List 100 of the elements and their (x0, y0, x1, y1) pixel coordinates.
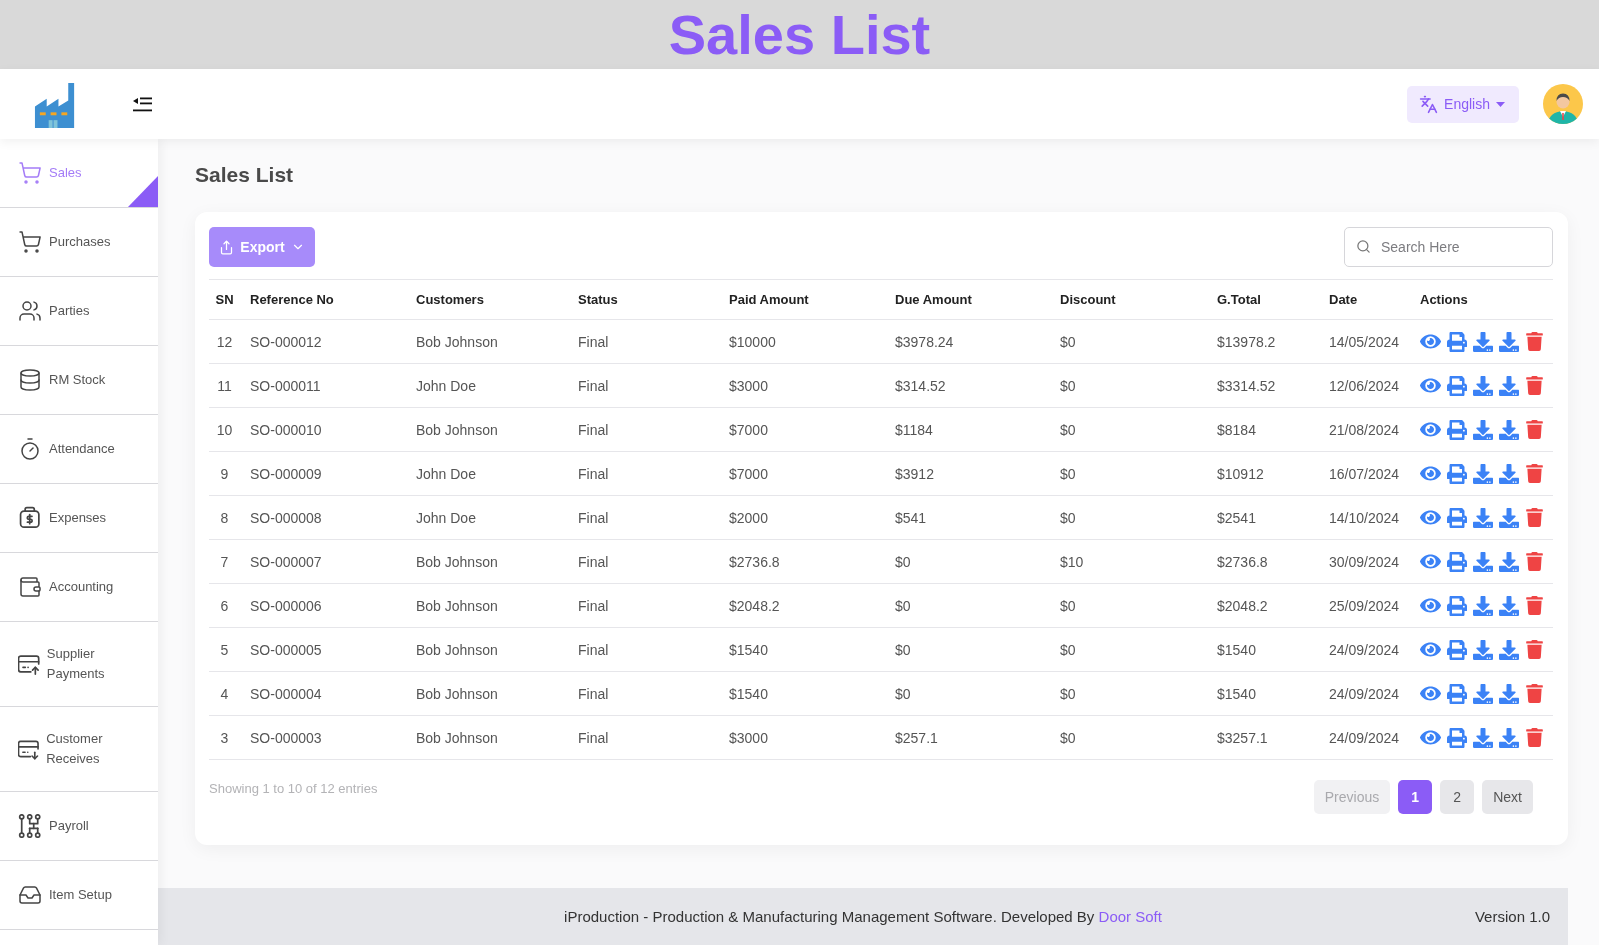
delete-icon[interactable] (1525, 596, 1544, 615)
download-icon[interactable] (1499, 595, 1519, 616)
sidebar-item[interactable]: Parties (0, 277, 158, 346)
table-cell: $0 (1050, 671, 1207, 716)
table-cell: 11 (209, 363, 240, 408)
table-cell: $1540 (719, 627, 885, 672)
cart-icon (18, 230, 42, 254)
download-icon[interactable] (1473, 639, 1493, 660)
table-cell: John Doe (406, 495, 568, 540)
table-cell: SO-000009 (240, 451, 406, 496)
sidebar-item[interactable]: Customer Receives (0, 707, 158, 792)
footer-credits: iProduction - Production & Manufacturing Management Software. Developed By Door Soft (564, 908, 1162, 925)
table-cell: SO-000005 (240, 627, 406, 672)
table-cell: $10000 (719, 319, 885, 364)
sidebar-item[interactable]: Item Setup (0, 861, 158, 930)
print-icon[interactable] (1447, 331, 1467, 352)
table-cell: $0 (1050, 627, 1207, 672)
sidebar-item[interactable]: Supplier Payments (0, 622, 158, 707)
print-icon[interactable] (1447, 639, 1467, 660)
table-cell: Bob Johnson (406, 407, 568, 452)
delete-icon[interactable] (1525, 420, 1544, 439)
print-icon[interactable] (1447, 507, 1467, 528)
table-cell: $10912 (1207, 451, 1319, 496)
column-header: Due Amount (885, 279, 1050, 320)
table-cell: SO-000010 (240, 407, 406, 452)
table-cell: $3000 (719, 715, 885, 760)
caret-icon (1496, 101, 1505, 107)
sidebar-item[interactable]: Accounting (0, 553, 158, 622)
delete-icon[interactable] (1525, 376, 1544, 395)
sidebar-item[interactable]: Payroll (0, 792, 158, 861)
download-icon[interactable] (1473, 331, 1493, 352)
delete-icon[interactable] (1525, 640, 1544, 659)
download-icon[interactable] (1499, 507, 1519, 528)
download-icon[interactable] (1473, 683, 1493, 704)
print-icon[interactable] (1447, 419, 1467, 440)
wallet-icon (18, 575, 42, 599)
download-icon[interactable] (1499, 551, 1519, 572)
table-cell: SO-000004 (240, 671, 406, 716)
download-icon[interactable] (1473, 727, 1493, 748)
table-cell: 10 (209, 407, 240, 452)
delete-icon[interactable] (1525, 728, 1544, 747)
table-cell: $0 (1050, 407, 1207, 452)
table-cell: Bob Johnson (406, 583, 568, 628)
page-button[interactable]: 2 (1440, 780, 1475, 814)
table-cell: Bob Johnson (406, 319, 568, 364)
download-icon[interactable] (1499, 331, 1519, 352)
print-icon[interactable] (1447, 463, 1467, 484)
download-icon[interactable] (1473, 595, 1493, 616)
table-cell: $0 (885, 583, 1050, 628)
card-arrow-up-icon (18, 652, 40, 676)
column-header: G.Total (1207, 279, 1319, 320)
download-icon[interactable] (1499, 463, 1519, 484)
avatar-icon[interactable] (1543, 84, 1583, 124)
delete-icon[interactable] (1525, 464, 1544, 483)
table-cell: $0 (1050, 451, 1207, 496)
table-cell: SO-000007 (240, 539, 406, 584)
sidebar-item[interactable]: Purchases (0, 208, 158, 277)
download-icon[interactable] (1499, 683, 1519, 704)
column-header: SN (209, 279, 240, 320)
table-cell: Bob Johnson (406, 627, 568, 672)
delete-icon[interactable] (1525, 508, 1544, 527)
print-icon[interactable] (1447, 595, 1467, 616)
search-field[interactable]: Search Here (1344, 227, 1553, 267)
upload-icon (219, 239, 235, 255)
table-cell: Final (568, 407, 719, 452)
table-cell: $0 (1050, 583, 1207, 628)
next-button[interactable]: Next (1482, 780, 1533, 814)
download-icon[interactable] (1473, 419, 1493, 440)
download-icon[interactable] (1499, 639, 1519, 660)
print-icon[interactable] (1447, 375, 1467, 396)
table-cell: $0 (885, 539, 1050, 584)
print-icon[interactable] (1447, 727, 1467, 748)
sidebar-item[interactable]: RM Stock (0, 346, 158, 415)
print-icon[interactable] (1447, 551, 1467, 572)
table-cell: $3978.24 (885, 319, 1050, 364)
table-cell: 3 (209, 715, 240, 760)
column-header: Reference No (240, 279, 406, 320)
table-cell: $8184 (1207, 407, 1319, 452)
delete-icon[interactable] (1525, 332, 1544, 351)
download-icon[interactable] (1473, 551, 1493, 572)
download-icon[interactable] (1473, 507, 1493, 528)
table-cell: $2048.2 (1207, 583, 1319, 628)
sidebar-item[interactable]: Attendance (0, 415, 158, 484)
delete-icon[interactable] (1525, 684, 1544, 703)
table-cell: SO-000011 (240, 363, 406, 408)
page-button[interactable]: 1 (1398, 780, 1433, 814)
download-icon[interactable] (1499, 375, 1519, 396)
table-cell: 7 (209, 539, 240, 584)
download-icon[interactable] (1499, 727, 1519, 748)
download-icon[interactable] (1499, 419, 1519, 440)
language-button[interactable]: English (1407, 85, 1519, 123)
table-cell: Final (568, 451, 719, 496)
download-icon[interactable] (1473, 375, 1493, 396)
table-cell: 12/06/2024 (1319, 363, 1410, 408)
download-icon[interactable] (1473, 463, 1493, 484)
table-cell: $1540 (1207, 627, 1319, 672)
print-icon[interactable] (1447, 683, 1467, 704)
menu-icon[interactable] (133, 96, 153, 112)
sidebar-item[interactable]: Expenses (0, 484, 158, 553)
delete-icon[interactable] (1525, 552, 1544, 571)
